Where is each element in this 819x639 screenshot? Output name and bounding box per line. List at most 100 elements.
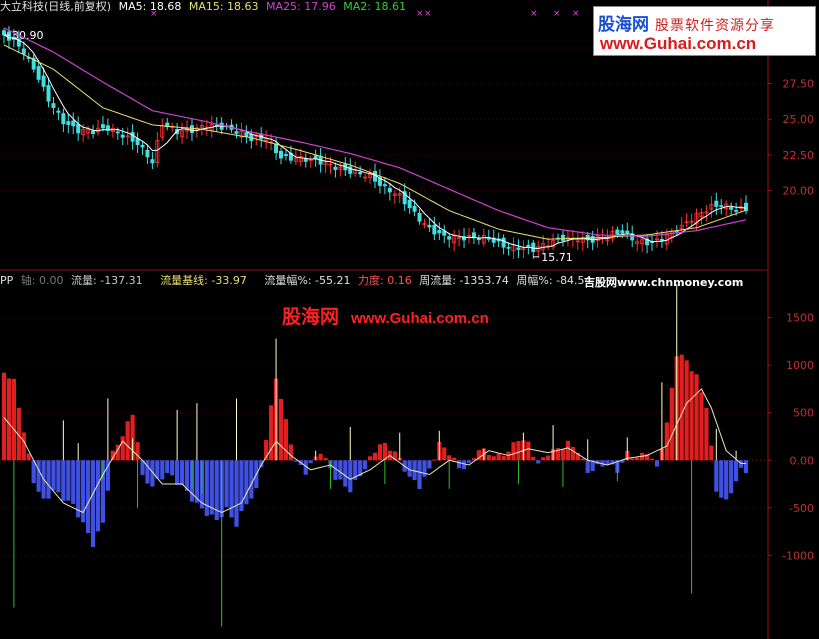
flow-bar: [699, 392, 704, 461]
flow-bar: [511, 442, 516, 461]
flow-bar: [452, 457, 457, 461]
flow-bar: [694, 374, 699, 461]
flow-bar: [244, 460, 249, 505]
logo-brand: 股海网: [598, 15, 649, 35]
weekly-flow-legend: 周流量: -1353.74: [419, 274, 509, 287]
indicator-tick-label: -500: [789, 502, 814, 515]
candle-body: [387, 187, 392, 193]
flow-bar: [85, 460, 91, 534]
candle-body: [486, 237, 491, 240]
candle-body: [303, 158, 308, 162]
ma5-line: [3, 34, 747, 250]
flow-bar: [649, 458, 655, 461]
candle-body: [150, 159, 155, 164]
flow-bar: [95, 460, 101, 532]
flow-bar: [175, 460, 180, 485]
candle-body: [432, 224, 437, 235]
flow-bar: [669, 387, 674, 461]
flow-bar: [491, 456, 496, 461]
flow-bar: [318, 453, 323, 461]
signal-mark: ×: [424, 9, 432, 19]
indicator-axis: -1000 -500 0.00 500 1000 1500: [768, 312, 814, 562]
candle-body: [130, 132, 135, 142]
flow-bar: [51, 460, 56, 491]
flow-bar: [11, 378, 16, 461]
price-tick-label: 27.50: [783, 78, 815, 91]
site-logo: 股海网 股票软件资源分享 www.Guhai.com.cn: [593, 6, 816, 56]
candlesticks: 30.9015.71: [2, 26, 749, 264]
ma2-legend: MA2: 18.61: [343, 0, 406, 13]
candle-body: [625, 230, 630, 234]
ma25-line: [3, 27, 747, 237]
indicator-tick-label: 500: [793, 407, 814, 420]
flow-bar: [170, 460, 175, 476]
flow-bar: [689, 371, 694, 461]
signal-mark: ×: [553, 9, 561, 19]
force-value: 0.16: [387, 274, 412, 287]
flow-bar: [90, 460, 96, 548]
flow-bar: [427, 460, 432, 469]
candle-body: [115, 131, 120, 134]
logo-url: www.Guhai.com.cn: [600, 34, 757, 53]
candle-body: [744, 202, 749, 212]
flow-bar: [184, 460, 190, 491]
candle-body: [56, 110, 61, 113]
indicator-tick-label: 1500: [786, 312, 814, 325]
force-legend: 力度: 0.16: [358, 274, 412, 287]
candle-body: [234, 131, 239, 134]
signal-mark: ×: [530, 9, 538, 19]
signal-mark: ×: [416, 9, 424, 19]
flow-bar: [585, 460, 590, 473]
candle-body: [21, 48, 26, 55]
logo-top-row: 股海网 股票软件资源分享: [598, 10, 775, 35]
flow-bar: [234, 460, 239, 527]
flow-bar: [536, 460, 541, 464]
candle-body: [526, 244, 531, 247]
flow-bar: [343, 460, 348, 487]
indicator-grid: [0, 317, 768, 556]
candle-body: [506, 246, 511, 249]
candle-body: [437, 230, 442, 234]
candle-body: [61, 113, 66, 125]
flow-bar: [714, 460, 719, 492]
candle-body: [382, 184, 387, 187]
flow-bar: [541, 457, 546, 461]
watermark: 股海网 www.Guhai.com.cn: [282, 302, 489, 329]
flow-label: 流量:: [71, 274, 97, 287]
flow-bar: [635, 457, 640, 461]
flow-bar: [61, 460, 66, 501]
flow-bar: [679, 354, 684, 461]
signal-mark: ×: [150, 9, 158, 19]
axis-legend: 轴: 0.00: [21, 274, 64, 287]
candle-body: [244, 132, 249, 137]
flow-base-label: 流量基线:: [160, 274, 208, 287]
flow-bar: [204, 460, 209, 516]
candle-body: [358, 171, 363, 175]
candle-body: [41, 75, 46, 87]
flow-bar: [36, 460, 41, 492]
ma15-value: 18.63: [227, 0, 259, 13]
weekly-pct-legend: 周幅%: -84.54: [516, 274, 591, 287]
ma25-value: 17.96: [304, 0, 336, 13]
flow-bar: [46, 460, 51, 499]
stock-title: 大立科技(日线,前复权): [0, 0, 112, 13]
flow-bar: [516, 441, 521, 461]
ma2-value: 18.61: [374, 0, 407, 13]
logo-slogan: 股票软件资源分享: [655, 18, 775, 34]
flow-bar: [724, 460, 729, 500]
candle-body: [729, 207, 734, 210]
flow-bar: [570, 446, 575, 461]
flow-bar: [21, 432, 26, 461]
flow-bar: [209, 460, 214, 515]
flow-bar: [288, 444, 294, 461]
flow-bar: [249, 460, 254, 499]
ma25-label: MA25:: [266, 0, 301, 13]
flow-pct-value: -55.21: [315, 274, 351, 287]
candle-body: [560, 234, 565, 241]
ma15-line: [3, 44, 747, 240]
weekly-flow-label: 周流量:: [419, 274, 456, 287]
axis-value: 0.00: [39, 274, 64, 287]
watermark-brand: 股海网: [282, 306, 340, 328]
price-tick-label: 25.00: [783, 113, 815, 126]
flow-bar: [417, 460, 422, 490]
